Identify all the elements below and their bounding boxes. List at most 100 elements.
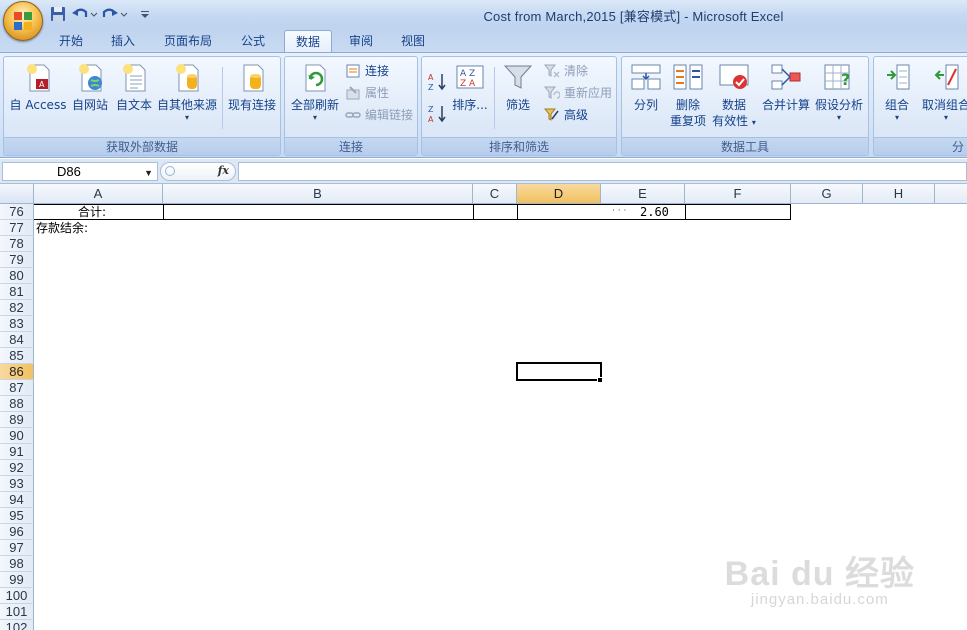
fill-handle[interactable] [597, 377, 603, 383]
row-header-96[interactable]: 96 [0, 524, 34, 540]
row-header-82[interactable]: 82 [0, 300, 34, 316]
column-header-e[interactable]: E [601, 184, 685, 204]
data-validation-button[interactable]: 数据 有效性 ▾ [710, 61, 758, 135]
row-header-90[interactable]: 90 [0, 428, 34, 444]
row-header-97[interactable]: 97 [0, 540, 34, 556]
excel-window: Cost from March,2015 [兼容模式] - Microsoft … [0, 0, 967, 630]
refresh-all-button[interactable]: 全部刷新 ▾ [287, 61, 343, 135]
column-headers: A B C D E F G H [0, 184, 967, 204]
column-header-i[interactable] [935, 184, 967, 204]
cell-a77[interactable]: 存款结余: [36, 220, 88, 236]
insert-function-button[interactable]: fx [218, 164, 229, 177]
svg-text:Z A: Z A [460, 79, 476, 89]
row-header-86[interactable]: 86 [0, 364, 34, 380]
funnel-icon [502, 61, 534, 93]
row-header-84[interactable]: 84 [0, 332, 34, 348]
what-if-icon: ? [823, 61, 855, 93]
column-header-h[interactable]: H [863, 184, 935, 204]
consolidate-button[interactable]: 合并计算 [760, 61, 812, 135]
row-header-99[interactable]: 99 [0, 572, 34, 588]
chevron-down-icon[interactable]: ▼ [144, 165, 153, 182]
connections-button[interactable]: 连接 [345, 61, 389, 81]
from-other-sources-button[interactable]: 自其他来源 ▾ [156, 61, 218, 135]
group-label-sort-filter: 排序和筛选 [422, 137, 616, 155]
row-header-94[interactable]: 94 [0, 492, 34, 508]
cell-a76[interactable]: 合计: [78, 204, 106, 220]
row-header-98[interactable]: 98 [0, 556, 34, 572]
sort-ascending-button[interactable]: AZ [428, 71, 448, 93]
row-header-77[interactable]: 77 [0, 220, 34, 236]
data-validation-icon [718, 61, 750, 93]
tab-view[interactable]: 视图 [390, 30, 436, 52]
row-header-81[interactable]: 81 [0, 284, 34, 300]
column-header-c[interactable]: C [473, 184, 517, 204]
from-access-button[interactable]: A 自 Access [8, 61, 68, 135]
sort-descending-button[interactable]: ZA [428, 103, 448, 125]
row-header-101[interactable]: 101 [0, 604, 34, 620]
column-header-f[interactable]: F [685, 184, 791, 204]
tab-home[interactable]: 开始 [50, 30, 92, 52]
column-header-d[interactable]: D [517, 184, 601, 204]
row-header-83[interactable]: 83 [0, 316, 34, 332]
row-header-85[interactable]: 85 [0, 348, 34, 364]
filter-button[interactable]: 筛选 [498, 61, 538, 135]
group-button[interactable]: 组合 ▾ [878, 61, 916, 135]
edit-links-button[interactable]: 编辑链接 [345, 105, 413, 125]
expand-handle-icon[interactable] [165, 166, 175, 176]
clear-filter-button[interactable]: 清除 [543, 61, 588, 81]
row-header-89[interactable]: 89 [0, 412, 34, 428]
row-header-80[interactable]: 80 [0, 268, 34, 284]
cell-e76[interactable]: 2.60 [640, 204, 669, 220]
row-header-79[interactable]: 79 [0, 252, 34, 268]
row-header-95[interactable]: 95 [0, 508, 34, 524]
from-text-button[interactable]: 自文本 [112, 61, 156, 135]
row-header-87[interactable]: 87 [0, 380, 34, 396]
worksheet-grid[interactable]: A B C D E F G H 76 77 78 79 80 81 82 83 84 85 86 87… [0, 184, 967, 630]
properties-button[interactable]: 属性 [345, 83, 389, 103]
remove-duplicates-button[interactable]: 删除 重复项 [668, 61, 708, 135]
window-title: Cost from March,2015 [兼容模式] - Microsoft … [483, 9, 784, 24]
row-header-102[interactable]: 102 [0, 620, 34, 630]
chain-link-icon [345, 107, 361, 123]
group-rows-icon [881, 61, 913, 93]
group-label-data-tools: 数据工具 [622, 137, 868, 155]
text-file-icon [118, 61, 150, 93]
tab-insert[interactable]: 插入 [100, 30, 146, 52]
dropdown-arrow-icon: ▾ [751, 118, 756, 127]
dropdown-arrow-icon: ▾ [836, 113, 841, 122]
tab-page-layout[interactable]: 页面布局 [156, 30, 220, 52]
row-header-76[interactable]: 76 [0, 204, 34, 220]
column-header-b[interactable]: B [163, 184, 473, 204]
row-header-91[interactable]: 91 [0, 444, 34, 460]
office-logo-icon [14, 12, 34, 32]
row-header-78[interactable]: 78 [0, 236, 34, 252]
existing-connections-button[interactable]: 现有连接 [226, 61, 278, 135]
column-header-g[interactable]: G [791, 184, 863, 204]
row-header-92[interactable]: 92 [0, 460, 34, 476]
active-cell-d86[interactable] [516, 362, 602, 381]
tab-formulas[interactable]: 公式 [230, 30, 276, 52]
tab-review[interactable]: 审阅 [338, 30, 384, 52]
advanced-filter-button[interactable]: 高级 [543, 105, 588, 125]
row-header-100[interactable]: 100 [0, 588, 34, 604]
name-box[interactable]: D86 ▼ [2, 162, 158, 181]
tab-data[interactable]: 数据 [284, 30, 332, 52]
from-web-button[interactable]: 自网站 [68, 61, 112, 135]
column-header-a[interactable]: A [34, 184, 163, 204]
group-get-external-data: A 自 Access 自网站 自文本 自其他来源 ▾ 现有连接 获取外部数据 [3, 56, 281, 156]
row-header-88[interactable]: 88 [0, 396, 34, 412]
formula-input[interactable] [238, 162, 967, 181]
existing-connections-icon [236, 61, 268, 93]
text-to-columns-button[interactable]: 分列 [626, 61, 666, 135]
ungroup-button[interactable]: 取消组合 ▾ [918, 61, 967, 135]
other-sources-icon [171, 61, 203, 93]
what-if-analysis-button[interactable]: ? 假设分析 ▾ [812, 61, 866, 135]
svg-text:A: A [428, 73, 434, 82]
dropdown-arrow-icon: ▾ [894, 113, 899, 122]
row-header-93[interactable]: 93 [0, 476, 34, 492]
office-button[interactable] [3, 1, 43, 41]
sort-button[interactable]: A ZZ A 排序... [450, 61, 490, 135]
reapply-button[interactable]: 重新应用 [543, 83, 612, 103]
select-all-corner[interactable] [0, 184, 34, 204]
svg-text:Z: Z [428, 83, 434, 92]
